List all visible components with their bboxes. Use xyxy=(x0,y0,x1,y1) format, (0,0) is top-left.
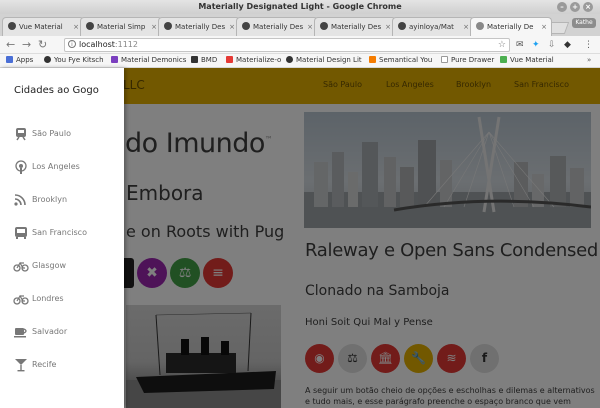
address-port: :1112 xyxy=(114,40,138,49)
drawer-item-salvador[interactable]: Salvador xyxy=(0,318,124,348)
drawer-item-label: Brooklyn xyxy=(32,195,68,204)
close-window-button[interactable]: × xyxy=(583,2,593,12)
bookmark-item[interactable]: Materialize-o xyxy=(226,54,281,67)
chrome-menu-icon[interactable]: ⋮ xyxy=(584,39,593,51)
drawer-item-label: Los Angeles xyxy=(32,162,80,171)
bookmark-icon xyxy=(191,56,198,63)
browser-tab-active[interactable]: Materially De × xyxy=(470,17,552,36)
tab-label: ayinloya/Mat xyxy=(409,23,454,31)
drawer-item-londres[interactable]: Londres xyxy=(0,285,124,315)
coffee-icon xyxy=(14,328,27,338)
address-bar[interactable]: i localhost:1112 ☆ xyxy=(64,38,510,52)
info-icon[interactable]: i xyxy=(68,40,76,48)
tab-label: Materially Des xyxy=(253,23,304,31)
bookmark-icon xyxy=(369,56,376,63)
maximize-button[interactable]: + xyxy=(570,2,580,12)
bookmarks-overflow-icon[interactable]: » xyxy=(587,54,591,67)
tab-label: Materially De xyxy=(487,23,534,31)
back-arrow-icon[interactable]: ← xyxy=(6,38,15,52)
drawer-title: Cidades ao Gogo xyxy=(14,85,99,96)
podcast-icon xyxy=(15,160,27,174)
bookmark-icon xyxy=(226,56,233,63)
browser-tab[interactable]: Materially Des × xyxy=(236,17,318,36)
page-icon xyxy=(476,22,484,30)
close-tab-icon[interactable]: × xyxy=(307,18,313,36)
profile-badge[interactable]: Kathe xyxy=(572,18,596,28)
tab-label: Material Simp xyxy=(97,23,146,31)
bookmark-icon xyxy=(286,56,293,63)
bookmark-icon xyxy=(111,56,118,63)
download-icon[interactable]: ⇩ xyxy=(548,39,556,51)
minimize-button[interactable]: – xyxy=(557,2,567,12)
bookmark-item[interactable]: Material Design Lit xyxy=(286,54,362,67)
close-tab-icon[interactable]: × xyxy=(73,18,79,36)
window-title: Materially Designated Light - Google Chr… xyxy=(198,2,402,11)
vue-icon xyxy=(500,56,507,63)
drawer-item-label: San Francisco xyxy=(32,228,87,237)
tab-strip: Vue Material × Material Simp × Materially … xyxy=(0,14,600,36)
forward-arrow-icon[interactable]: → xyxy=(22,38,31,52)
tab-label: Vue Material xyxy=(19,23,63,31)
drawer-item-glasgow[interactable]: Glasgow xyxy=(0,252,124,282)
extension-icon[interactable]: ✉ xyxy=(516,39,524,51)
close-tab-icon[interactable]: × xyxy=(385,18,391,36)
drawer-item-sao-paulo[interactable]: São Paulo xyxy=(0,120,124,150)
bookmark-item[interactable]: Pure Drawer xyxy=(441,54,494,67)
page-icon xyxy=(320,22,328,30)
bicycle-icon xyxy=(13,294,29,305)
bus-icon xyxy=(15,227,27,239)
bookmark-item[interactable]: Vue Material xyxy=(500,54,554,67)
drawer-item-label: São Paulo xyxy=(32,129,71,138)
navigation-drawer: Cidades ao Gogo São Paulo Los Angeles Br… xyxy=(0,68,124,408)
reload-icon[interactable]: ↻ xyxy=(38,38,47,52)
subway-icon xyxy=(16,128,26,141)
drawer-item-label: Recife xyxy=(32,360,57,369)
twitter-icon[interactable]: ✦ xyxy=(532,39,540,51)
apps-grid-icon xyxy=(6,56,13,63)
bookmark-item[interactable]: You Fye Kitsch xyxy=(44,54,104,67)
drawer-item-brooklyn[interactable]: Brooklyn xyxy=(0,186,124,216)
browser-tab[interactable]: Materially Des × xyxy=(158,17,240,36)
close-tab-icon[interactable]: × xyxy=(151,18,157,36)
cocktail-icon xyxy=(15,359,27,372)
drawer-item-recife[interactable]: Recife xyxy=(0,351,124,381)
bookmark-apps[interactable]: Apps xyxy=(6,54,33,67)
drawer-item-label: Londres xyxy=(32,294,64,303)
github-icon xyxy=(398,22,406,30)
close-tab-icon[interactable]: × xyxy=(541,18,547,36)
github-icon xyxy=(86,22,94,30)
bookmark-item[interactable]: Semantical You xyxy=(369,54,432,67)
rss-icon xyxy=(14,194,26,206)
address-host: localhost xyxy=(79,40,115,49)
drawer-item-label: Salvador xyxy=(32,327,68,336)
browser-tab[interactable]: Materially Des × xyxy=(314,17,396,36)
window-title-bar: Materially Designated Light - Google Chr… xyxy=(0,0,600,14)
drawer-item-los-angeles[interactable]: Los Angeles xyxy=(0,153,124,183)
github-icon xyxy=(44,56,51,63)
drawer-item-san-francisco[interactable]: San Francisco xyxy=(0,219,124,249)
drawer-item-label: Glasgow xyxy=(32,261,67,270)
tab-label: Materially Des xyxy=(331,23,382,31)
bookmark-item[interactable]: BMD xyxy=(191,54,217,67)
browser-tab[interactable]: ayinloya/Mat × xyxy=(392,17,474,36)
close-tab-icon[interactable]: × xyxy=(463,18,469,36)
tab-label: Materially Des xyxy=(175,23,226,31)
browser-tab[interactable]: Material Simp × xyxy=(80,17,162,36)
page-icon xyxy=(441,56,448,63)
browser-tab[interactable]: Vue Material × xyxy=(2,17,84,36)
bookmark-item[interactable]: Material Demonics xyxy=(111,54,186,67)
github-icon xyxy=(8,22,16,30)
page-icon xyxy=(242,22,250,30)
browser-toolbar: ← → ↻ i localhost:1112 ☆ ✉ ✦ ⇩ ◆ ⋮ xyxy=(0,36,600,54)
extension-icon[interactable]: ◆ xyxy=(564,39,571,51)
bookmarks-bar: Apps You Fye Kitsch Material Demonics BM… xyxy=(0,54,600,68)
bookmark-star-icon[interactable]: ☆ xyxy=(498,39,506,51)
page-icon xyxy=(164,22,172,30)
bicycle-icon xyxy=(13,261,29,272)
close-tab-icon[interactable]: × xyxy=(229,18,235,36)
